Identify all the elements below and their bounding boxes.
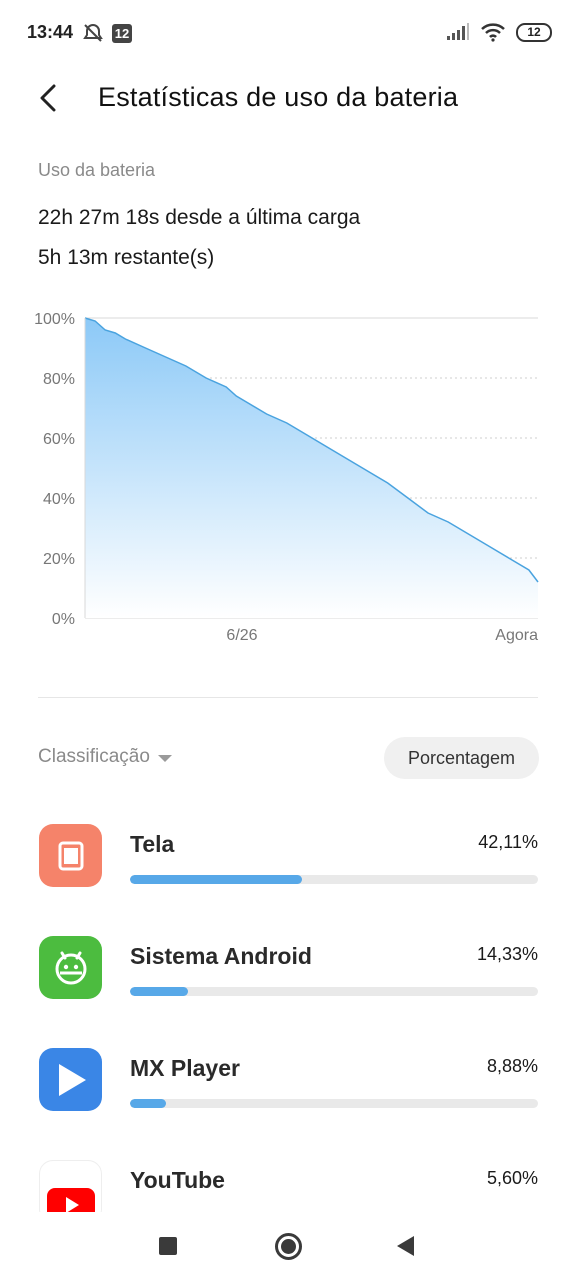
- y-tick-label: 20%: [43, 551, 75, 568]
- app-name: YouTube: [130, 1167, 225, 1193]
- app-name: Sistema Android: [130, 943, 312, 969]
- app-percent: 8,88%: [486, 1056, 538, 1076]
- app-header: Estatísticas de uso da bateria: [0, 68, 576, 128]
- status-bar: 13:44 12 12: [0, 0, 576, 68]
- app-row-tela[interactable]: Tela 42,11%: [0, 824, 576, 936]
- battery-area-fill: [85, 318, 538, 618]
- screen-icon: [39, 824, 102, 887]
- play-icon: [39, 1048, 102, 1111]
- signal-icon: [447, 23, 469, 40]
- recent-apps-icon[interactable]: [159, 1237, 177, 1255]
- wifi-icon: [481, 23, 505, 42]
- percentage-mode-button[interactable]: Porcentagem: [384, 737, 539, 779]
- battery-usage-label: Uso da bateria: [38, 160, 156, 180]
- app-row-youtube[interactable]: YouTube 5,60%: [0, 1160, 576, 1212]
- y-tick-label: 100%: [34, 311, 75, 328]
- usage-bar-fill: [130, 987, 189, 996]
- usage-bar-fill: [130, 875, 302, 884]
- caret-down-icon: [157, 754, 172, 762]
- app-row-sistema-android[interactable]: Sistema Android 14,33%: [0, 936, 576, 1048]
- app-percent: 5,60%: [486, 1168, 538, 1188]
- y-tick-label: 60%: [43, 431, 75, 448]
- status-time: 13:44: [27, 22, 74, 42]
- y-tick-label: 40%: [43, 491, 75, 508]
- youtube-icon: [39, 1160, 102, 1212]
- battery-level-chart: 100% 80% 60% 40% 20% 0% 6/26 Agora: [34, 311, 539, 644]
- y-tick-label: 0%: [52, 611, 75, 628]
- app-name: Tela: [130, 831, 175, 857]
- remaining-time-text: 5h 13m restante(s): [38, 246, 215, 269]
- alarm-off-icon: [83, 23, 103, 42]
- app-percent: 14,33%: [476, 944, 538, 964]
- home-icon[interactable]: [275, 1233, 302, 1260]
- battery-icon: 12: [516, 22, 552, 42]
- x-tick-label: 6/26: [226, 627, 257, 644]
- back-button[interactable]: [30, 78, 66, 118]
- usage-bar-fill: [130, 1099, 167, 1108]
- chevron-left-icon: [40, 84, 56, 112]
- back-icon[interactable]: [397, 1236, 414, 1256]
- navigation-bar: [0, 1212, 576, 1280]
- app-percent: 42,11%: [478, 832, 538, 852]
- x-tick-label: Agora: [495, 627, 538, 644]
- usage-bar-track: [130, 987, 538, 996]
- notification-badge-icon: 12: [112, 23, 132, 43]
- sort-dropdown[interactable]: Classificação: [38, 746, 172, 768]
- sort-label: Classificação: [38, 746, 150, 767]
- app-row-mx-player[interactable]: MX Player 8,88%: [0, 1048, 576, 1160]
- status-right-icons: 12: [446, 22, 552, 42]
- app-name: MX Player: [130, 1055, 240, 1081]
- y-tick-label: 80%: [43, 371, 75, 388]
- usage-bar-track: [130, 1099, 538, 1108]
- usage-bar-track: [130, 875, 538, 884]
- since-last-charge-text: 22h 27m 18s desde a última carga: [38, 206, 361, 229]
- android-icon: [39, 936, 102, 999]
- status-left-icons: 12: [82, 22, 132, 44]
- page-title: Estatísticas de uso da bateria: [98, 82, 459, 112]
- divider: [38, 697, 538, 698]
